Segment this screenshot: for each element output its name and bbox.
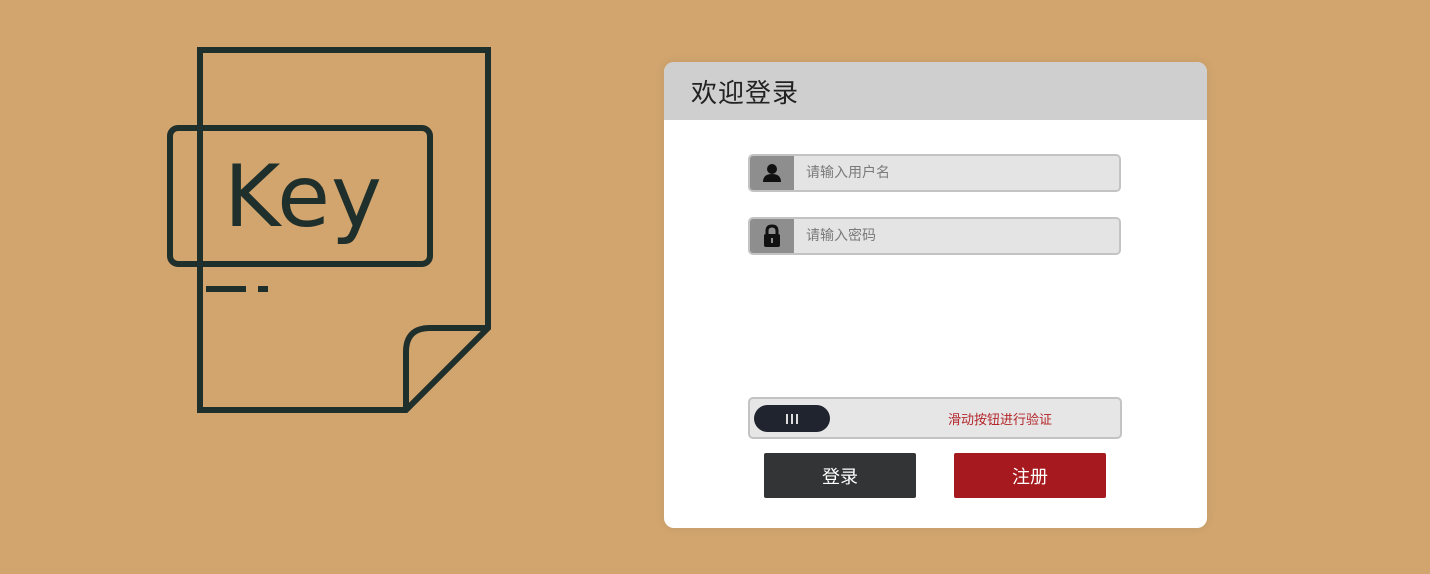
card-header: 欢迎登录 xyxy=(664,62,1207,120)
page-title: 欢迎登录 xyxy=(691,78,800,109)
slider-handle[interactable] xyxy=(754,405,830,432)
user-icon xyxy=(750,156,794,190)
slider-verification: 滑动按钮进行验证 xyxy=(748,397,1122,439)
username-field xyxy=(748,154,1121,192)
key-document-icon: Key xyxy=(167,47,491,413)
login-card: 欢迎登录 滑动按钮进行验证 登录 注册 xyxy=(664,62,1207,528)
password-field xyxy=(748,217,1121,255)
register-button[interactable]: 注册 xyxy=(954,453,1106,498)
username-input[interactable] xyxy=(794,156,1119,190)
slider-text: 滑动按钮进行验证 xyxy=(947,412,1052,428)
login-button[interactable]: 登录 xyxy=(764,453,916,498)
hero-key-text: Key xyxy=(224,147,383,247)
lock-icon xyxy=(750,219,794,253)
password-input[interactable] xyxy=(794,219,1119,253)
grip-icon xyxy=(786,413,798,424)
